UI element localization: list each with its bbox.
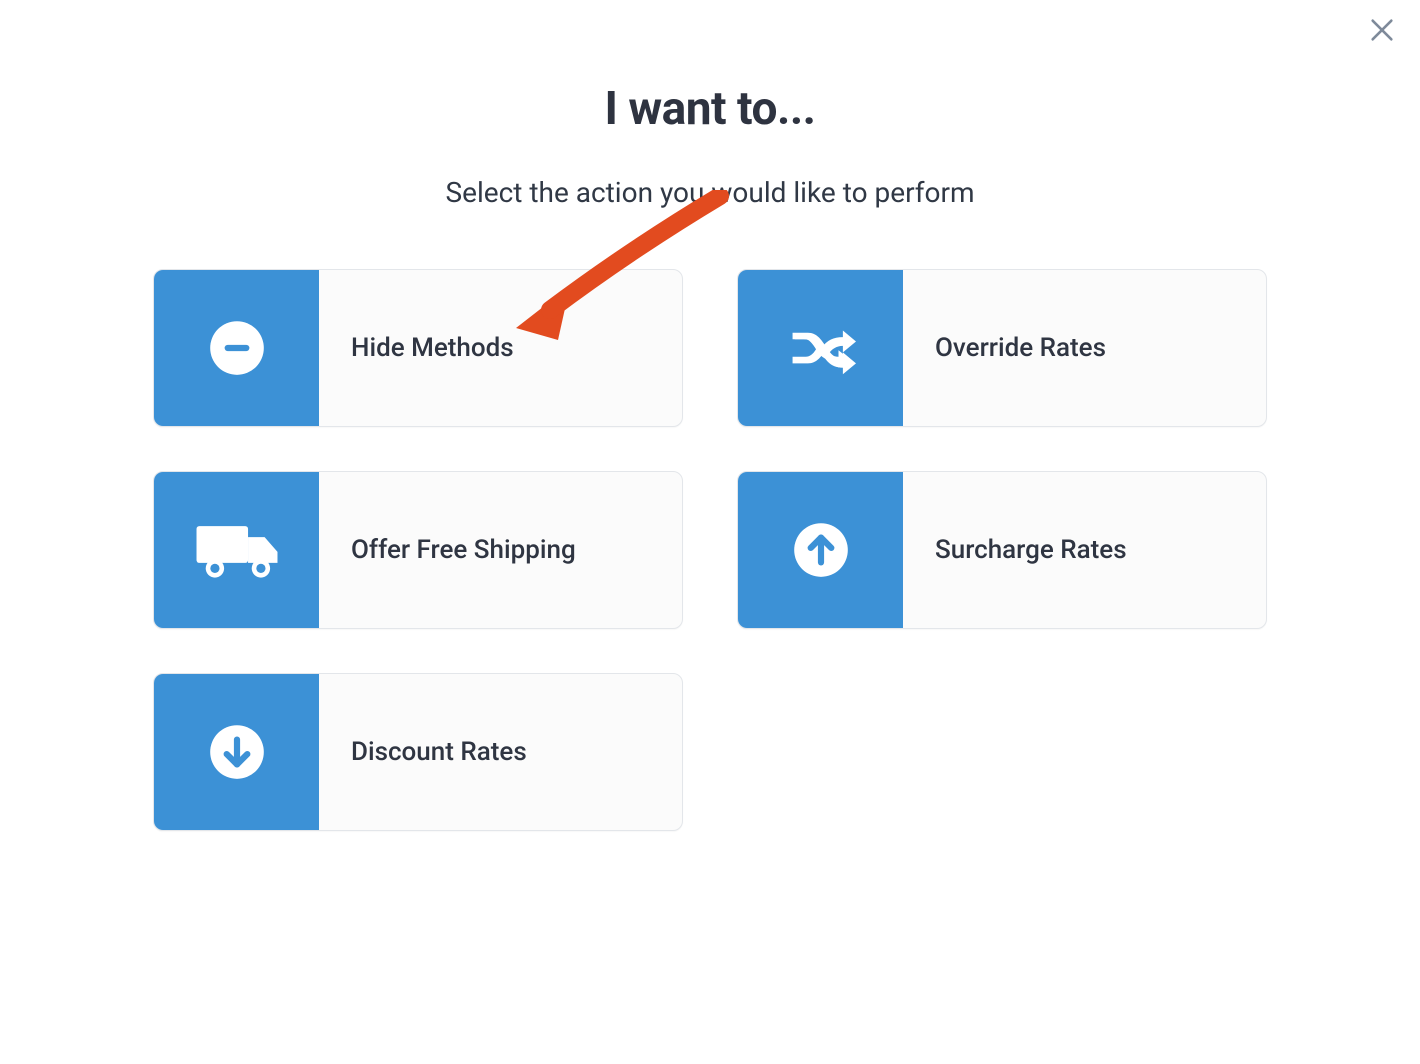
- card-label: Hide Methods: [319, 270, 682, 426]
- arrow-up-circle-icon: [788, 517, 854, 583]
- action-grid: Hide Methods Override Rates: [0, 269, 1420, 831]
- card-hide-methods[interactable]: Hide Methods: [153, 269, 683, 427]
- card-icon-box: [738, 270, 903, 426]
- arrow-down-circle-icon: [204, 719, 270, 785]
- card-icon-box: [154, 674, 319, 830]
- minus-circle-icon: [204, 315, 270, 381]
- shuffle-icon: [786, 313, 856, 383]
- card-offer-free-shipping[interactable]: Offer Free Shipping: [153, 471, 683, 629]
- modal-content: I want to... Select the action you would…: [0, 0, 1420, 831]
- card-icon-box: [154, 472, 319, 628]
- card-icon-box: [154, 270, 319, 426]
- page-title: I want to...: [0, 82, 1420, 136]
- page-subtitle: Select the action you would like to perf…: [0, 176, 1420, 209]
- card-label: Override Rates: [903, 270, 1266, 426]
- close-icon: [1368, 16, 1396, 44]
- card-surcharge-rates[interactable]: Surcharge Rates: [737, 471, 1267, 629]
- card-label: Discount Rates: [319, 674, 682, 830]
- close-button[interactable]: [1362, 10, 1402, 50]
- card-label: Offer Free Shipping: [319, 472, 682, 628]
- card-discount-rates[interactable]: Discount Rates: [153, 673, 683, 831]
- card-override-rates[interactable]: Override Rates: [737, 269, 1267, 427]
- card-icon-box: [738, 472, 903, 628]
- card-label: Surcharge Rates: [903, 472, 1266, 628]
- truck-icon: [191, 514, 283, 586]
